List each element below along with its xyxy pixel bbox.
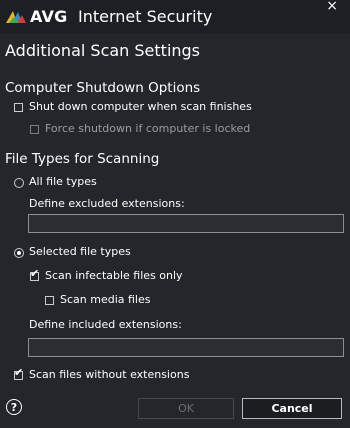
filetypes-section-heading: File Types for Scanning	[5, 151, 160, 167]
infectable-files-checkbox[interactable]: ✔	[30, 268, 39, 281]
ok-button[interactable]: OK	[138, 398, 234, 419]
no-extensions-checkbox[interactable]: ✔	[14, 367, 23, 380]
media-files-label[interactable]: Scan media files	[60, 293, 150, 306]
all-file-types-radio[interactable]	[14, 178, 24, 188]
force-shutdown-checkbox	[30, 125, 39, 134]
shutdown-checkbox-label[interactable]: Shut down computer when scan finishes	[29, 100, 252, 113]
brand-name: AVG	[30, 7, 68, 26]
checkmark-icon: ✔	[14, 366, 24, 379]
excluded-extensions-input[interactable]	[28, 214, 344, 233]
radio-selected-dot	[17, 251, 21, 255]
checkmark-icon: ✔	[30, 267, 40, 280]
selected-file-types-label[interactable]: Selected file types	[29, 245, 131, 258]
cancel-button[interactable]: Cancel	[242, 398, 342, 419]
product-name: Internet Security	[78, 7, 213, 26]
help-icon[interactable]: ?	[6, 399, 22, 415]
media-files-checkbox[interactable]	[45, 296, 54, 305]
included-extensions-input[interactable]	[28, 338, 344, 357]
included-extensions-label: Define included extensions:	[29, 318, 182, 331]
force-shutdown-checkbox-label: Force shutdown if computer is locked	[45, 122, 251, 135]
avg-logo-icon	[6, 11, 26, 23]
shutdown-checkbox[interactable]	[14, 103, 23, 112]
page-title: Additional Scan Settings	[5, 41, 201, 60]
shutdown-section-heading: Computer Shutdown Options	[5, 80, 201, 96]
excluded-extensions-label: Define excluded extensions:	[29, 197, 185, 210]
infectable-files-label[interactable]: Scan infectable files only	[45, 269, 183, 282]
selected-file-types-radio[interactable]	[14, 248, 24, 258]
no-extensions-label[interactable]: Scan files without extensions	[29, 368, 189, 381]
all-file-types-label[interactable]: All file types	[29, 175, 97, 188]
close-icon[interactable]: ×	[326, 0, 338, 14]
